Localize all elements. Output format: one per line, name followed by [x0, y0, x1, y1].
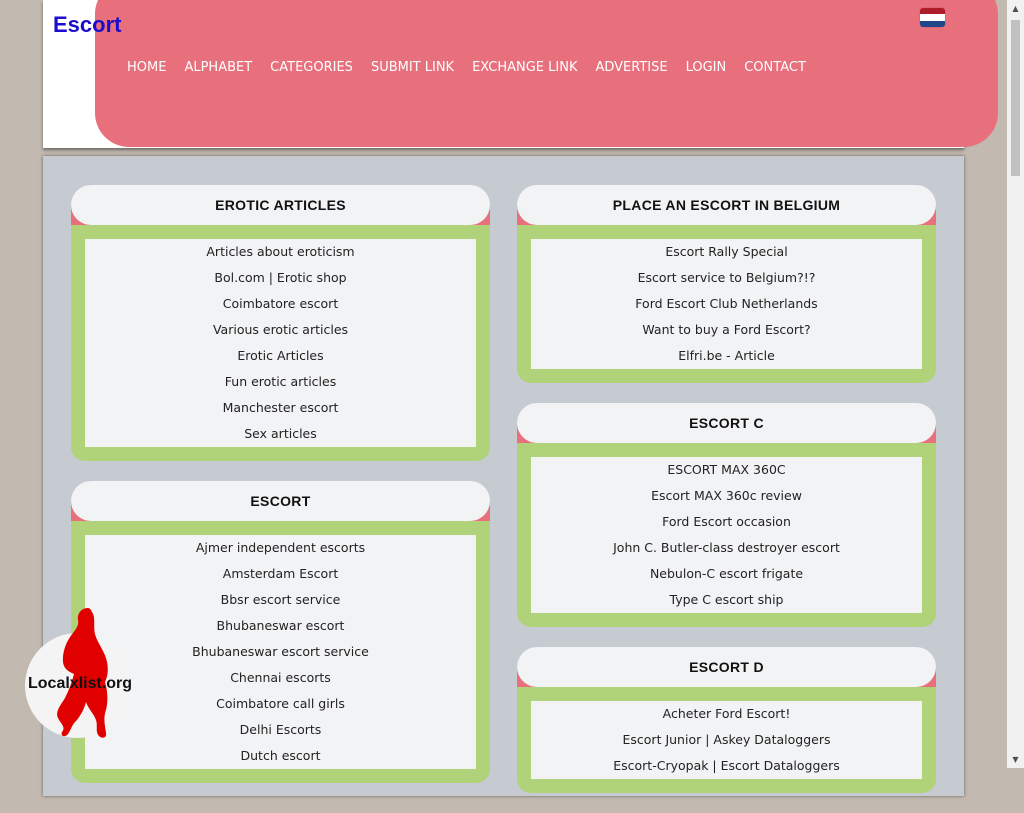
flag-stripe-blue [920, 20, 945, 27]
category-link[interactable]: Bbsr escort service [221, 592, 341, 607]
block-header: ESCORT [71, 481, 490, 521]
scroll-up-arrow-icon[interactable]: ▲ [1007, 0, 1024, 17]
category-block-erotic-articles: EROTIC ARTICLES Articles about eroticism… [71, 185, 490, 461]
list-item: Type C escort ship [531, 587, 922, 613]
block-title: EROTIC ARTICLES [215, 197, 346, 213]
list-item: John C. Butler-class destroyer escort [531, 535, 922, 561]
localxlist-logo[interactable]: Localxlist.org [22, 606, 152, 741]
list-item: Nebulon-C escort frigate [531, 561, 922, 587]
list-item: Erotic Articles [85, 343, 476, 369]
link-list: Escort Rally Special Escort service to B… [531, 239, 922, 369]
link-list: Articles about eroticism Bol.com | Eroti… [85, 239, 476, 447]
category-link[interactable]: Coimbatore escort [223, 296, 338, 311]
list-item: Manchester escort [85, 395, 476, 421]
list-item: Ajmer independent escorts [85, 535, 476, 561]
list-item: Escort service to Belgium?!? [531, 265, 922, 291]
block-header: PLACE AN ESCORT IN BELGIUM [517, 185, 936, 225]
category-link[interactable]: Escort-Cryopak | Escort Dataloggers [613, 758, 840, 773]
list-item: Ford Escort Club Netherlands [531, 291, 922, 317]
category-link[interactable]: Nebulon-C escort frigate [650, 566, 803, 581]
list-item: Bol.com | Erotic shop [85, 265, 476, 291]
nav-advertise[interactable]: ADVERTISE [586, 58, 676, 78]
category-block-place-an-escort-in-belgium: PLACE AN ESCORT IN BELGIUM Escort Rally … [517, 185, 936, 383]
logo-text: Localxlist.org [28, 675, 133, 692]
category-link[interactable]: Bhubaneswar escort service [192, 644, 369, 659]
vertical-scrollbar[interactable]: ▲ ▼ [1007, 0, 1024, 768]
category-link[interactable]: Erotic Articles [237, 348, 323, 363]
right-column: PLACE AN ESCORT IN BELGIUM Escort Rally … [517, 185, 936, 813]
list-item: Coimbatore escort [85, 291, 476, 317]
category-link[interactable]: Escort Rally Special [665, 244, 787, 259]
category-link[interactable]: Amsterdam Escort [223, 566, 338, 581]
list-item: Escort MAX 360c review [531, 483, 922, 509]
nav-categories[interactable]: CATEGORIES [261, 58, 362, 78]
nav-exchange-link[interactable]: EXCHANGE LINK [463, 58, 586, 78]
nav-contact[interactable]: CONTACT [735, 58, 815, 78]
block-body: Escort Rally Special Escort service to B… [517, 225, 936, 383]
category-link[interactable]: Ajmer independent escorts [196, 540, 365, 555]
category-link[interactable]: Ford Escort occasion [662, 514, 791, 529]
category-link[interactable]: Ford Escort Club Netherlands [635, 296, 817, 311]
block-title: PLACE AN ESCORT IN BELGIUM [612, 197, 841, 213]
category-link[interactable]: Escort Junior | Askey Dataloggers [623, 732, 831, 747]
category-link[interactable]: John C. Butler-class destroyer escort [613, 540, 840, 555]
category-link[interactable]: Type C escort ship [670, 592, 784, 607]
block-header: EROTIC ARTICLES [71, 185, 490, 225]
nav-alphabet[interactable]: ALPHABET [175, 58, 261, 78]
nav-home[interactable]: HOME [118, 58, 175, 78]
scrollbar-thumb[interactable] [1011, 20, 1020, 176]
link-list: ESCORT MAX 360C Escort MAX 360c review F… [531, 457, 922, 613]
category-link[interactable]: ESCORT MAX 360C [667, 462, 785, 477]
list-item: Escort Rally Special [531, 239, 922, 265]
site-title[interactable]: Escort [53, 12, 121, 38]
block-body: ESCORT MAX 360C Escort MAX 360c review F… [517, 443, 936, 627]
nav-login[interactable]: LOGIN [677, 58, 736, 78]
category-link[interactable]: Acheter Ford Escort! [663, 706, 791, 721]
category-link[interactable]: Elfri.be - Article [678, 348, 775, 363]
list-item: Elfri.be - Article [531, 343, 922, 369]
category-link[interactable]: Coimbatore call girls [216, 696, 345, 711]
silhouette-icon [57, 608, 108, 738]
block-body: Acheter Ford Escort! Escort Junior | Ask… [517, 687, 936, 793]
list-item: ESCORT MAX 360C [531, 457, 922, 483]
category-link[interactable]: Chennai escorts [230, 670, 331, 685]
block-title: ESCORT [250, 493, 311, 509]
category-link[interactable]: Manchester escort [223, 400, 339, 415]
site-header: Escort HOME ALPHABET CATEGORIES SUBMIT L… [43, 0, 998, 148]
category-link[interactable]: Sex articles [244, 426, 317, 441]
block-header: ESCORT D [517, 647, 936, 687]
list-item: Escort-Cryopak | Escort Dataloggers [531, 753, 922, 779]
category-link[interactable]: Want to buy a Ford Escort? [642, 322, 810, 337]
category-block-escort-c: ESCORT C ESCORT MAX 360C Escort MAX 360c… [517, 403, 936, 627]
category-block-escort-d: ESCORT D Acheter Ford Escort! Escort Jun… [517, 647, 936, 793]
list-item: Ford Escort occasion [531, 509, 922, 535]
link-list: Acheter Ford Escort! Escort Junior | Ask… [531, 701, 922, 779]
list-item: Escort Junior | Askey Dataloggers [531, 727, 922, 753]
scroll-down-arrow-icon[interactable]: ▼ [1007, 751, 1024, 768]
language-flag-icon[interactable] [920, 8, 945, 27]
category-link[interactable]: Delhi Escorts [240, 722, 322, 737]
block-title: ESCORT C [689, 415, 764, 431]
category-link[interactable]: Bhubaneswar escort [217, 618, 345, 633]
list-item: Fun erotic articles [85, 369, 476, 395]
list-item: Various erotic articles [85, 317, 476, 343]
list-item: Want to buy a Ford Escort? [531, 317, 922, 343]
category-link[interactable]: Bol.com | Erotic shop [214, 270, 346, 285]
block-header: ESCORT C [517, 403, 936, 443]
list-item: Sex articles [85, 421, 476, 447]
block-title: ESCORT D [689, 659, 764, 675]
category-link[interactable]: Fun erotic articles [225, 374, 336, 389]
category-link[interactable]: Dutch escort [241, 748, 321, 763]
category-link[interactable]: Escort MAX 360c review [651, 488, 802, 503]
nav-submit-link[interactable]: SUBMIT LINK [362, 58, 463, 78]
category-link[interactable]: Various erotic articles [213, 322, 348, 337]
category-link[interactable]: Escort service to Belgium?!? [638, 270, 816, 285]
category-link[interactable]: Articles about eroticism [206, 244, 354, 259]
list-item: Acheter Ford Escort! [531, 701, 922, 727]
list-item: Amsterdam Escort [85, 561, 476, 587]
list-item: Articles about eroticism [85, 239, 476, 265]
block-body: Articles about eroticism Bol.com | Eroti… [71, 225, 490, 461]
main-nav: HOME ALPHABET CATEGORIES SUBMIT LINK EXC… [118, 58, 815, 78]
list-item: Dutch escort [85, 743, 476, 769]
